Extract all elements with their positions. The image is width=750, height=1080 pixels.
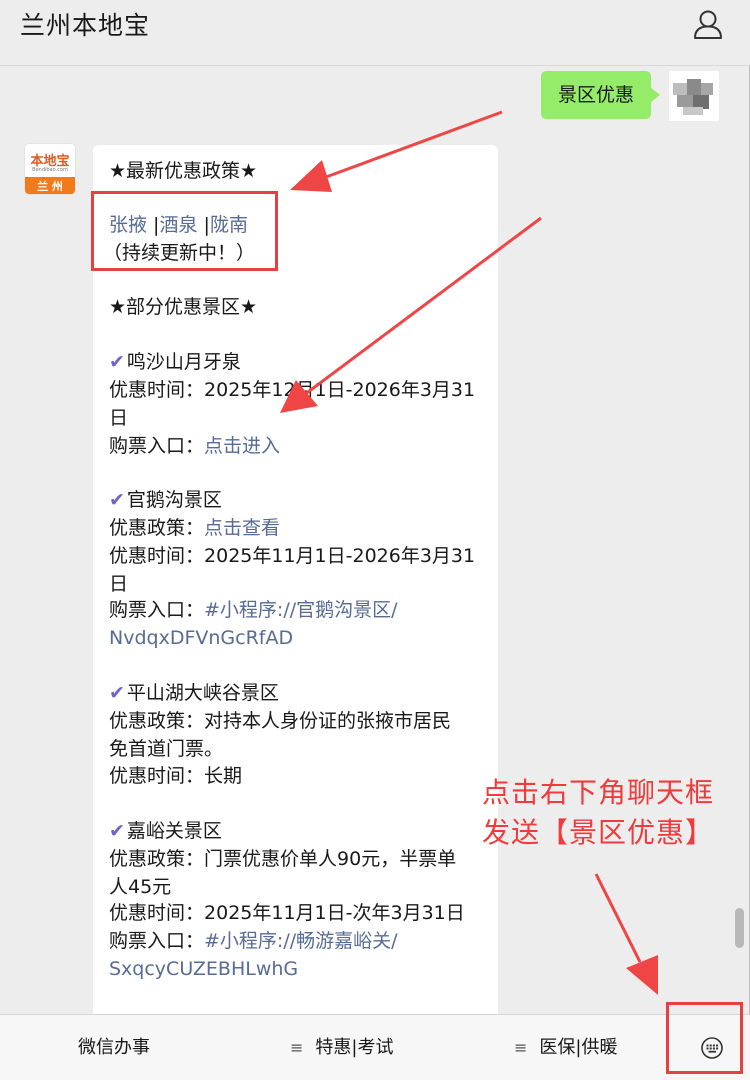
menu-item-deals-exams[interactable]: ≡ 特惠|考试 [290,1015,393,1080]
highlight-box-keyboard [666,1002,743,1074]
bottom-menu: 微信办事 ≡ 特惠|考试 ≡ 医保|供暖 [0,1014,750,1080]
menu-list-icon: ≡ [290,1038,304,1057]
annotation-text: 发送【景区优惠】 [482,816,715,849]
annotation-text: 点击右下角聊天框 [482,776,715,809]
annotation-arrows [280,110,658,995]
menu-item-wechat-services[interactable]: 微信办事 [78,1015,150,1080]
menu-item-insurance-heating[interactable]: ≡ 医保|供暖 [514,1015,617,1080]
menu-list-icon: ≡ [514,1038,528,1057]
